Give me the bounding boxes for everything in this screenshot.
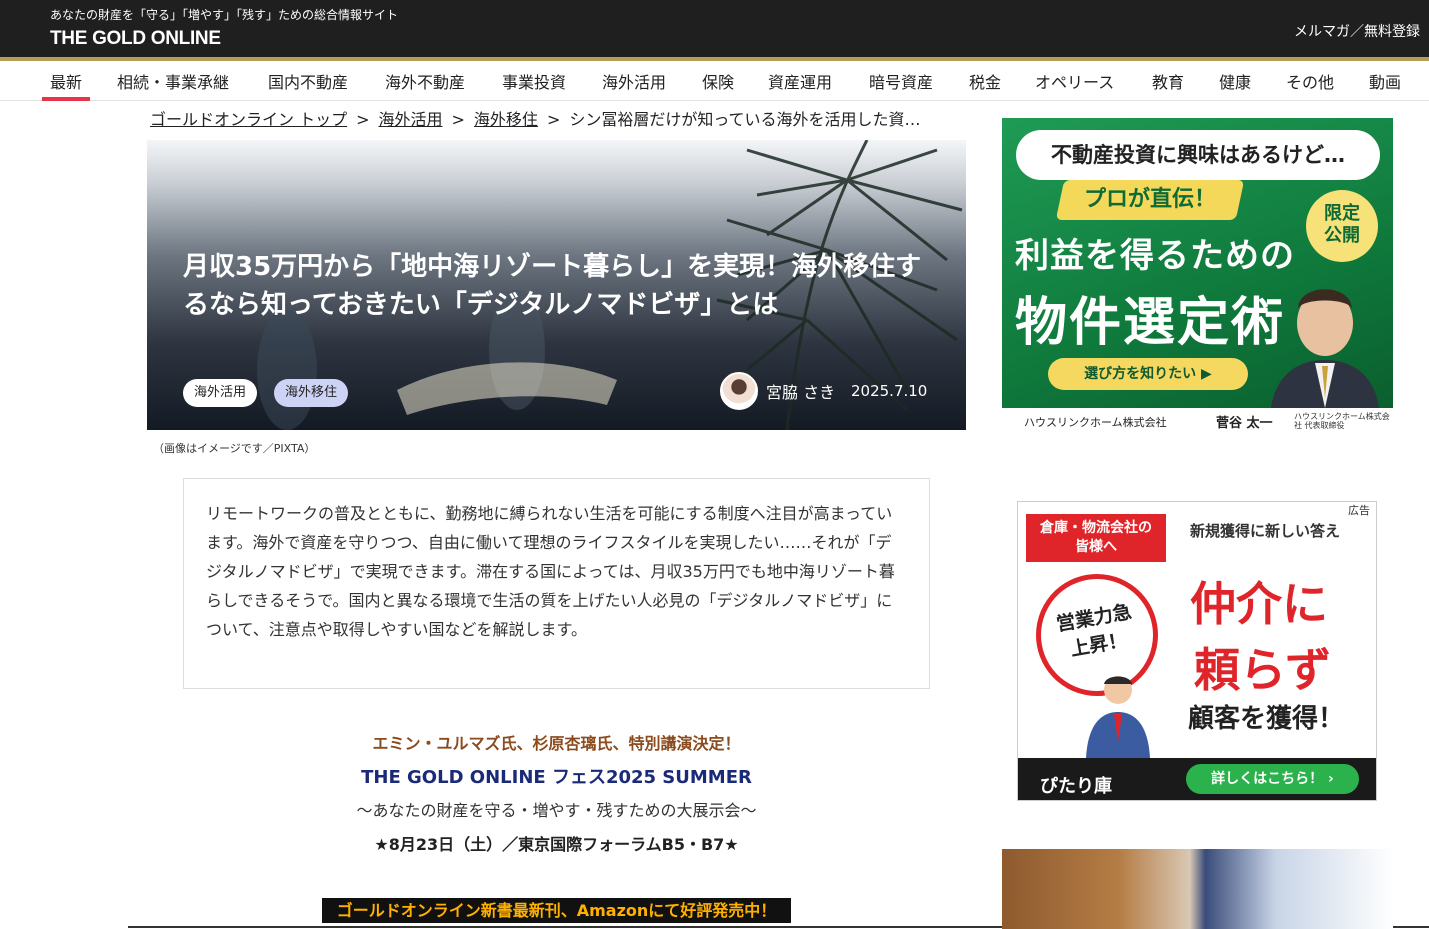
ad1-line2: 物件選定術 <box>1015 293 1286 353</box>
site-header: あなたの財産を「守る」「増やす」「残す」ための総合情報サイト THE GOLD … <box>0 0 1429 57</box>
nav-item-insurance[interactable]: 保険 <box>702 69 734 93</box>
category-nav: 最新 相続・事業承継 国内不動産 海外不動産 事業投資 海外活用 保険 資産運用… <box>0 61 1429 101</box>
breadcrumb-separator: > <box>546 110 561 129</box>
nav-item-education[interactable]: 教育 <box>1152 69 1184 93</box>
nav-item-other[interactable]: その他 <box>1286 69 1334 93</box>
ad-label[interactable]: 広告 <box>1346 502 1372 518</box>
site-tagline: あなたの財産を「守る」「増やす」「残す」ための総合情報サイト <box>50 8 399 22</box>
author-name[interactable]: 宮脇 さき <box>766 379 835 403</box>
breadcrumb-separator: > <box>451 110 465 129</box>
ad1-company: ハウスリンクホーム株式会社 <box>1024 416 1167 429</box>
nav-item-asset-mgmt[interactable]: 資産運用 <box>768 69 832 93</box>
event-title[interactable]: THE GOLD ONLINE フェス2025 SUMMER <box>0 763 1113 789</box>
nav-item-business[interactable]: 事業投資 <box>502 69 566 93</box>
ad-banner-warehouse[interactable]: 広告 倉庫・物流会社の皆様へ 新規獲得に新しい答え 営業力急上昇！ 仲介に 頼ら… <box>1017 501 1377 801</box>
ad2-details-button[interactable]: 詳しくはこちら！ › <box>1186 764 1359 794</box>
ad2-big-text-2: 頼らず <box>1194 643 1332 697</box>
nav-item-overseas-re[interactable]: 海外不動産 <box>385 69 465 93</box>
ad-banner-real-estate[interactable]: 不動産投資に興味はあるけど… プロが直伝！ 限定公開 利益を得るための 物件選定… <box>1002 118 1393 438</box>
ad1-presenter-name: 菅谷 太一 <box>1216 416 1273 431</box>
ad2-brand: ぴたり庫 <box>1040 776 1112 797</box>
newsletter-signup-link[interactable]: メルマガ／無料登録 <box>1294 21 1420 41</box>
nav-item-domestic-re[interactable]: 国内不動産 <box>268 69 348 93</box>
ad1-ribbon: プロが直伝！ <box>1055 180 1245 220</box>
nav-item-overseas-use[interactable]: 海外活用 <box>602 69 666 93</box>
nav-item-crypto[interactable]: 暗号資産 <box>869 69 933 93</box>
breadcrumb-separator: > <box>356 110 370 129</box>
nav-item-video[interactable]: 動画 <box>1369 69 1401 93</box>
ad1-presenter-photo <box>1270 289 1380 418</box>
ad1-presenter-role: ハウスリンクホーム株式会社 代表取締役 <box>1294 412 1390 430</box>
breadcrumb-link-top[interactable]: ゴールドオンライン トップ <box>150 110 347 129</box>
ad2-target-label: 倉庫・物流会社の皆様へ <box>1026 514 1166 562</box>
ad2-businessman-illustration <box>1086 676 1150 758</box>
ad2-subtext: 顧客を獲得！ <box>1188 704 1345 734</box>
article-hero: 月収35万円から「地中海リゾート暮らし」を実現！海外移住するなら知っておきたい「… <box>147 140 966 430</box>
image-caption: （画像はイメージです／PIXTA） <box>153 442 316 455</box>
nav-item-operating-lease[interactable]: オペリース <box>1035 69 1114 93</box>
breadcrumb-current: シン冨裕層だけが知っている海外を活用した資… <box>569 110 921 129</box>
ad-banner-bottom[interactable] <box>1002 849 1393 929</box>
ad1-line1: 利益を得るための <box>1015 236 1295 276</box>
event-date-venue: ★8月23日（土）／東京国際フォーラムB5・B7★ <box>374 835 739 854</box>
ad1-headline: 不動産投資に興味はあるけど… <box>1016 130 1380 180</box>
breadcrumb-link-overseas-use[interactable]: 海外活用 <box>379 110 443 129</box>
article-tag-overseas-use[interactable]: 海外活用 <box>183 379 258 407</box>
article-lead: リモートワークの普及とともに、勤務地に縛られない生活を可能にする制度へ注目が高ま… <box>183 478 930 689</box>
book-promo-banner[interactable]: ゴールドオンライン新書最新刊、Amazonにて好評発売中！ <box>322 898 791 923</box>
nav-item-latest[interactable]: 最新 <box>41 69 91 101</box>
publish-date: 2025.7.10 <box>851 382 928 400</box>
ad1-cta-button[interactable]: 選び方を知りたい ▶ <box>1048 358 1248 390</box>
breadcrumb-link-overseas-migration[interactable]: 海外移住 <box>474 110 538 129</box>
article-tag-overseas-migration[interactable]: 海外移住 <box>274 379 349 407</box>
breadcrumb: ゴールドオンライン トップ > 海外活用 > 海外移住 > シン冨裕層だけが知っている海外を… <box>150 106 950 130</box>
site-logo[interactable]: THE GOLD ONLINE <box>50 28 221 50</box>
ad2-heading: 新規獲得に新しい答え <box>1190 522 1341 540</box>
event-announcement[interactable]: エミン・ユルマズ氏、杉原杏璃氏、特別講演決定！ <box>0 730 1113 754</box>
ad1-ribbon-text: プロが直伝！ <box>1083 187 1216 212</box>
event-subtitle: ～あなたの財産を守る・増やす・残すための大展示会～ <box>356 801 757 820</box>
article-title: 月収35万円から「地中海リゾート暮らし」を実現！海外移住するなら知っておきたい「… <box>183 252 922 320</box>
nav-item-health[interactable]: 健康 <box>1219 69 1251 93</box>
ad1-limited-badge: 限定公開 <box>1306 190 1378 262</box>
author-avatar[interactable] <box>720 372 758 410</box>
ad2-big-text-1: 仲介に <box>1190 577 1328 631</box>
ad1-footer: ハウスリンクホーム株式会社 菅谷 太一 ハウスリンクホーム株式会社 代表取締役 <box>1002 408 1393 438</box>
nav-item-inheritance[interactable]: 相続・事業承継 <box>117 69 229 93</box>
nav-item-tax[interactable]: 税金 <box>969 69 1001 93</box>
